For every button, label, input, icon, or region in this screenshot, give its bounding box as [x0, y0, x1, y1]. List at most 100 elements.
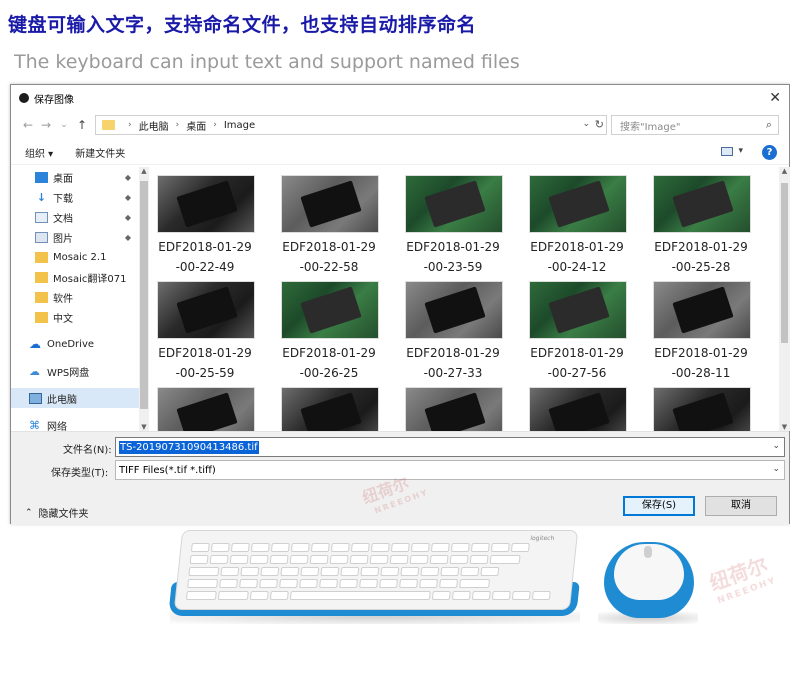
file-tile[interactable] — [645, 379, 757, 431]
search-icon[interactable]: ⌕ — [766, 118, 772, 132]
folder-icon — [35, 251, 48, 263]
chevron-right-icon[interactable]: › — [213, 120, 217, 130]
nav-scrollbar[interactable]: ▲ ▼ — [139, 167, 149, 431]
nav-item-documents[interactable]: 文档 ◆ — [11, 207, 139, 227]
file-thumbnail[interactable] — [405, 387, 503, 431]
nav-item-this-pc[interactable]: 此电脑 — [11, 388, 139, 408]
file-tile[interactable]: EDF2018-01-29 -00-25-59 — [149, 273, 261, 380]
nav-item-label: 软件 — [53, 293, 73, 305]
recent-locations-icon[interactable]: ⌄ — [55, 120, 73, 130]
filename-field[interactable]: TS-20190731090413486.tif ⌄ — [115, 437, 785, 457]
scroll-down-icon[interactable]: ▼ — [139, 423, 149, 431]
file-thumbnail[interactable] — [157, 387, 255, 431]
path-box[interactable]: › 此电脑 › 桌面 › Image ⌄ ↻ — [95, 115, 607, 135]
file-tile[interactable] — [521, 379, 633, 431]
scroll-up-icon[interactable]: ▲ — [779, 167, 790, 175]
chevron-down-icon[interactable]: ⌄ — [772, 441, 780, 451]
cancel-button[interactable]: 取消 — [705, 496, 777, 516]
file-thumbnail[interactable] — [405, 281, 503, 339]
nav-item-pictures[interactable]: 图片 ◆ — [11, 227, 139, 247]
view-mode-icon[interactable] — [721, 147, 733, 156]
forward-arrow-icon[interactable]: → — [37, 118, 55, 132]
file-tile[interactable]: EDF2018-01-29 -00-23-59 — [397, 167, 509, 274]
scroll-up-icon[interactable]: ▲ — [139, 167, 149, 175]
onedrive-icon: ☁ — [29, 336, 41, 351]
nav-item-software[interactable]: 软件 — [11, 287, 139, 307]
nav-item-mosaic-2-1[interactable]: Mosaic 2.1 — [11, 247, 139, 267]
close-icon[interactable]: ✕ — [769, 90, 781, 106]
file-thumbnail[interactable] — [529, 175, 627, 233]
file-name-label: EDF2018-01-29 -00-25-28 — [645, 237, 757, 277]
view-dropdown-icon[interactable]: ▾ — [738, 146, 743, 156]
scroll-thumb[interactable] — [140, 181, 148, 409]
help-icon[interactable]: ? — [762, 145, 777, 160]
nav-item-wps-cloud[interactable]: ☁ WPS网盘 — [11, 361, 139, 381]
mouse-wheel — [644, 546, 652, 558]
file-thumbnail[interactable] — [405, 175, 503, 233]
filename-value[interactable]: TS-20190731090413486.tif — [119, 440, 259, 454]
file-tile[interactable] — [397, 379, 509, 431]
hide-folders-toggle[interactable]: ⌃ 隐藏文件夹 — [25, 505, 89, 521]
back-arrow-icon[interactable]: ← — [19, 118, 37, 132]
search-input[interactable]: 搜索"Image" ⌕ — [611, 115, 779, 135]
grid-scrollbar[interactable]: ▲ ▼ — [779, 167, 790, 431]
file-thumbnail[interactable] — [529, 387, 627, 431]
file-tile[interactable]: EDF2018-01-29 -00-24-12 — [521, 167, 633, 274]
file-tile[interactable]: EDF2018-01-29 -00-22-58 — [273, 167, 385, 274]
file-tile[interactable]: EDF2018-01-29 -00-26-25 — [273, 273, 385, 380]
app-icon — [19, 93, 29, 103]
chip-image — [176, 180, 238, 228]
file-thumbnail[interactable] — [653, 387, 751, 431]
nav-item-label: 图片 — [53, 233, 73, 245]
nav-item-network[interactable]: ⌘ 网络 — [11, 415, 139, 432]
file-thumbnail[interactable] — [529, 281, 627, 339]
file-tile[interactable] — [273, 379, 385, 431]
file-name-label: EDF2018-01-29 -00-24-12 — [521, 237, 633, 277]
navigation-pane: 桌面 ◆ ↓ 下载 ◆ 文档 ◆ 图片 ◆ Mosaic 2.1 Mosaic翻… — [11, 167, 139, 431]
save-button[interactable]: 保存(S) — [623, 496, 695, 516]
nav-item-onedrive[interactable]: ☁ OneDrive — [11, 334, 139, 354]
file-tile[interactable]: EDF2018-01-29 -00-28-11 — [645, 273, 757, 380]
filetype-select[interactable]: TIFF Files(*.tif *.tiff) ⌄ — [115, 460, 785, 480]
nav-item-chinese[interactable]: 中文 — [11, 307, 139, 327]
filetype-value: TIFF Files(*.tif *.tiff) — [119, 464, 216, 476]
breadcrumb-image[interactable]: Image — [224, 120, 255, 131]
pin-icon[interactable]: ◆ — [125, 193, 131, 202]
chevron-down-icon[interactable]: ⌄ — [772, 464, 780, 474]
nav-item-mosaic-translate[interactable]: Mosaic翻译071 — [11, 267, 139, 287]
nav-item-desktop[interactable]: 桌面 ◆ — [11, 167, 139, 187]
file-thumbnail[interactable] — [653, 175, 751, 233]
file-thumbnail[interactable] — [157, 281, 255, 339]
filetype-label: 保存类型(T): — [51, 468, 109, 479]
file-thumbnail[interactable] — [281, 175, 379, 233]
scroll-thumb[interactable] — [781, 183, 788, 343]
refresh-icon[interactable]: ↻ — [595, 118, 604, 131]
pin-icon[interactable]: ◆ — [125, 233, 131, 242]
breadcrumb-this-pc[interactable]: 此电脑 — [139, 118, 169, 133]
chevron-up-icon[interactable]: ⌃ — [25, 508, 33, 518]
chevron-right-icon[interactable]: › — [176, 120, 180, 130]
file-name-label: EDF2018-01-29 -00-22-49 — [149, 237, 261, 277]
nav-item-downloads[interactable]: ↓ 下载 ◆ — [11, 187, 139, 207]
file-thumbnail[interactable] — [653, 281, 751, 339]
pin-icon[interactable]: ◆ — [125, 173, 131, 182]
file-tile[interactable]: EDF2018-01-29 -00-25-28 — [645, 167, 757, 274]
new-folder-button[interactable]: 新建文件夹 — [75, 145, 125, 160]
download-icon: ↓ — [36, 190, 47, 204]
file-tile[interactable]: EDF2018-01-29 -00-27-56 — [521, 273, 633, 380]
chevron-right-icon[interactable]: › — [128, 120, 132, 130]
pin-icon[interactable]: ◆ — [125, 213, 131, 222]
scroll-down-icon[interactable]: ▼ — [779, 423, 790, 431]
file-tile[interactable]: EDF2018-01-29 -00-22-49 — [149, 167, 261, 274]
nav-item-label: Mosaic 2.1 — [53, 251, 107, 263]
file-thumbnail[interactable] — [281, 281, 379, 339]
file-tile[interactable] — [149, 379, 261, 431]
organize-menu[interactable]: 组织 ▾ — [25, 145, 53, 160]
up-arrow-icon[interactable]: ↑ — [73, 118, 91, 132]
file-thumbnail[interactable] — [157, 175, 255, 233]
breadcrumb-desktop[interactable]: 桌面 — [186, 118, 206, 133]
file-tile[interactable]: EDF2018-01-29 -00-27-33 — [397, 273, 509, 380]
chip-image — [548, 392, 610, 431]
file-thumbnail[interactable] — [281, 387, 379, 431]
chevron-down-icon[interactable]: ⌄ — [582, 119, 590, 129]
